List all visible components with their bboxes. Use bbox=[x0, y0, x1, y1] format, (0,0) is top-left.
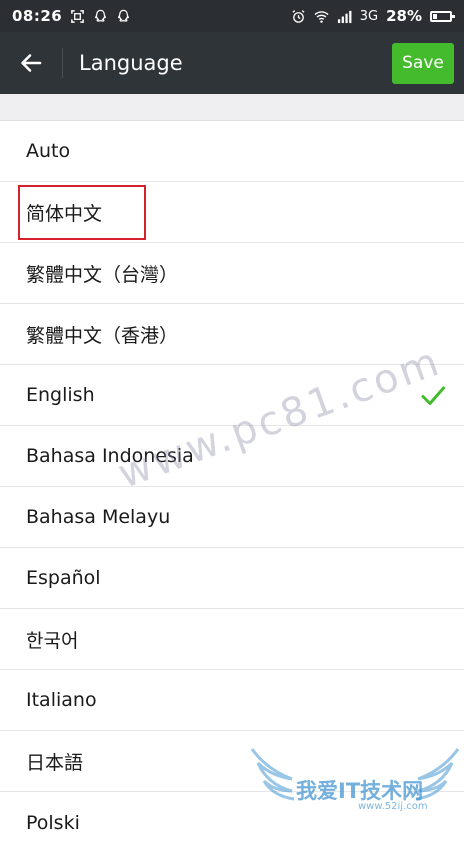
language-item[interactable]: 繁體中文（香港） bbox=[0, 304, 464, 365]
back-arrow-icon bbox=[21, 54, 42, 72]
screenshot-icon bbox=[71, 9, 85, 23]
language-item[interactable]: Español bbox=[0, 548, 464, 609]
language-item[interactable]: Italiano bbox=[0, 670, 464, 731]
language-label: Español bbox=[26, 567, 101, 589]
language-label: 简体中文 bbox=[26, 202, 103, 225]
page-title: Language bbox=[79, 51, 183, 75]
language-item[interactable]: English bbox=[0, 365, 464, 426]
language-item[interactable]: Auto bbox=[0, 121, 464, 182]
status-time: 08:26 bbox=[12, 7, 63, 25]
save-button[interactable]: Save bbox=[392, 42, 454, 84]
status-bar: 08:26 3G 28% bbox=[0, 0, 464, 32]
wifi-icon bbox=[314, 10, 329, 23]
qq-icon-2 bbox=[118, 9, 130, 22]
language-label: 日本語 bbox=[26, 751, 84, 774]
status-left: 08:26 bbox=[12, 7, 131, 25]
battery-percent: 28% bbox=[386, 7, 422, 25]
language-label: Bahasa Indonesia bbox=[26, 445, 194, 467]
language-list: Auto 简体中文繁體中文（台灣） 繁體中文（香港） English Bahasa In… bbox=[0, 121, 464, 853]
language-item[interactable]: 简体中文 bbox=[0, 182, 464, 243]
language-label: 繁體中文（台灣） bbox=[26, 263, 179, 286]
alarm-icon bbox=[292, 9, 305, 23]
title-divider bbox=[62, 48, 63, 78]
status-right: 3G 28% bbox=[291, 7, 455, 25]
language-label: 繁體中文（香港） bbox=[26, 324, 179, 347]
language-item[interactable]: Bahasa Melayu bbox=[0, 487, 464, 548]
language-label: Auto bbox=[26, 140, 71, 162]
network-type: 3G bbox=[359, 8, 379, 24]
language-item[interactable]: 日本語 bbox=[0, 731, 464, 792]
app-bar: Language Save bbox=[0, 32, 464, 94]
battery-icon bbox=[430, 10, 455, 22]
language-label: English bbox=[26, 384, 95, 406]
language-item[interactable]: Polski bbox=[0, 792, 464, 853]
qq-icon bbox=[95, 9, 107, 22]
signal-icon bbox=[337, 10, 352, 23]
language-item[interactable]: 한국어 bbox=[0, 609, 464, 670]
language-label: Polski bbox=[26, 811, 80, 834]
language-item[interactable]: 繁體中文（台灣） bbox=[0, 243, 464, 304]
language-item[interactable]: Bahasa Indonesia bbox=[0, 426, 464, 487]
checkmark-icon bbox=[421, 386, 445, 405]
language-label: 한국어 bbox=[26, 629, 79, 652]
language-label: Italiano bbox=[26, 689, 97, 711]
section-spacer bbox=[0, 94, 464, 121]
back-button[interactable] bbox=[0, 32, 62, 94]
battery-fill bbox=[433, 13, 438, 19]
language-label: Bahasa Melayu bbox=[26, 506, 171, 528]
